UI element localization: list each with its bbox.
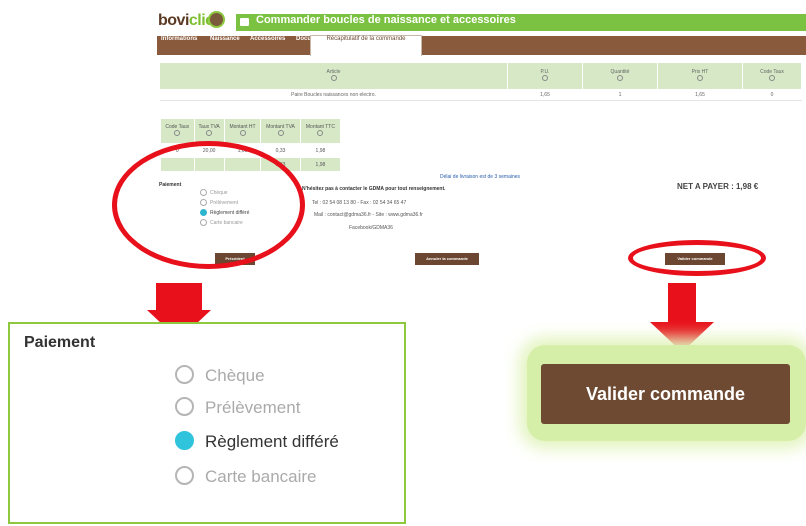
contact-mail[interactable]: Mail : contact@gdma36.fr - Site : www.gd… [314,212,423,218]
tab-informations[interactable]: Informations [161,36,197,55]
tab-accessoires[interactable]: Accessoires [250,36,285,55]
contact-title: N'hésitez pas à contacter le GDMA pour t… [302,186,446,192]
zoom-validate-order-button[interactable]: Valider commande [541,364,790,424]
radio-icon[interactable] [175,466,194,486]
col-header-pu[interactable]: P.U. [507,62,583,90]
arrow-shaft [668,283,696,323]
radio-selected-icon[interactable] [175,431,194,451]
table-row: Paire Boucles naissances non electro. 1,… [159,89,802,101]
sort-icon[interactable] [206,130,213,136]
sort-icon[interactable] [697,75,703,81]
sort-icon[interactable] [769,75,775,81]
zoom-payment-panel [8,322,406,524]
zoom-payment-option-cheque[interactable]: Chèque [175,365,265,390]
net-a-payer: NET A PAYER : 1,98 € [677,182,759,191]
col-header-montant-ttc[interactable]: Montant TTC [299,118,342,144]
sort-icon[interactable] [239,130,246,136]
col-header-taux-tva[interactable]: Taux TVA [193,118,225,144]
page-title: Commander boucles de naissance et access… [256,14,516,26]
zoom-payment-option-carte-bancaire[interactable]: Carte bancaire [175,466,317,491]
col-header-montant-tva[interactable]: Montant TVA [260,118,301,144]
tab-recapitulatif[interactable]: Récapitulatif de la commande [310,35,422,56]
col-header-quantite[interactable]: Quantité [582,62,658,90]
sort-icon[interactable] [317,130,324,136]
zoom-payment-option-reglement-differe[interactable]: Règlement différé [175,431,339,456]
sort-icon[interactable] [277,130,284,136]
logo-badge-icon [208,11,225,28]
sort-icon[interactable] [542,75,548,81]
cart-icon [240,18,249,26]
col-header-prix-ht[interactable]: Prix HT [657,62,743,90]
highlight-ellipse-payment [112,141,305,269]
arrow-shaft [156,283,202,311]
zoom-payment-option-prelevement[interactable]: Prélèvement [175,397,300,422]
col-header-code-taux[interactable]: Code Taux [160,118,195,144]
radio-icon[interactable] [175,365,194,385]
col-header-article[interactable]: Article [159,62,508,90]
articles-table: Article P.U. Quantité Prix HT Code Taux … [159,62,802,101]
sort-icon[interactable] [174,130,181,136]
highlight-ellipse-validate [628,240,766,276]
contact-facebook[interactable]: Facebook/GDMA36 [349,225,393,231]
sort-icon[interactable] [330,75,337,81]
zoom-payment-label: Paiement [24,334,96,351]
tab-naissance[interactable]: Naissance [210,36,240,55]
radio-icon[interactable] [175,397,194,417]
sort-icon[interactable] [617,75,623,81]
logo-text-main: bovi [158,12,189,29]
contact-phone: Tel : 02 54 08 13 80 - Fax : 02 54 34 65… [312,200,407,206]
cancel-order-button[interactable]: Annuler la commande [415,253,479,265]
col-header-code-taux[interactable]: Code Taux [742,62,802,90]
delivery-note: Délai de livraison est de 3 semaines [440,174,521,180]
boviclic-logo[interactable]: boviclic [158,12,214,30]
col-header-montant-ht[interactable]: Montant HT [223,118,262,144]
